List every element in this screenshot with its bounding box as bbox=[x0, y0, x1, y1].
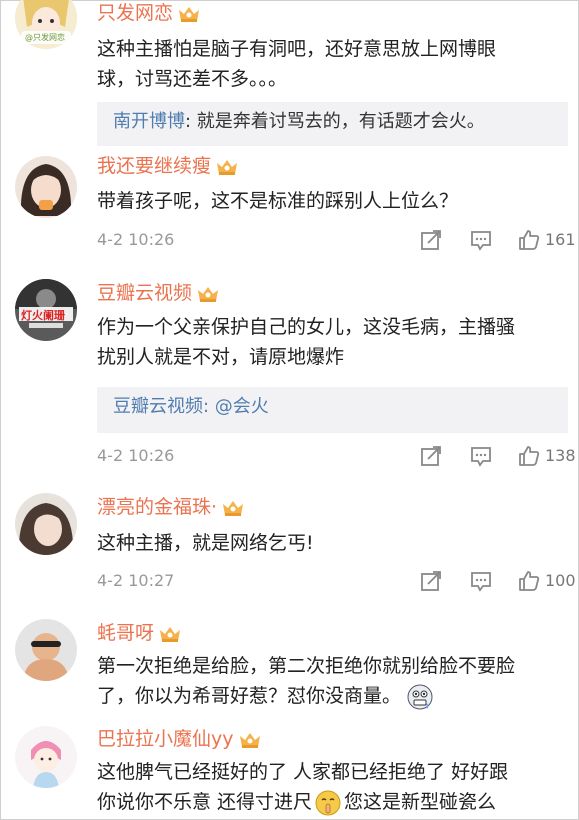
comment-item: @只发网恋 只发网恋 这种主播怕是脑子有洞吧，还好意思放上网博眼 球，讨骂还差不… bbox=[1, 0, 579, 151]
crown-badge-icon bbox=[158, 624, 182, 644]
username[interactable]: 我还要继续瘦 bbox=[97, 154, 239, 178]
comment-text: 这他脾气已经挺好的了 人家都已经拒绝了 好好跟 你说你不乐意 还得寸进尺 您这是新… bbox=[97, 757, 567, 817]
comment-line: 了，你以为希哥好惹？怼你没商量。 bbox=[97, 681, 567, 711]
avatar-woman-icon bbox=[15, 493, 77, 555]
username[interactable]: 巴拉拉小魔仙yy bbox=[97, 727, 262, 751]
like-icon bbox=[519, 446, 540, 466]
reply-username[interactable]: 豆瓣云视频 bbox=[113, 396, 203, 417]
avatar-man-icon bbox=[15, 619, 77, 681]
crown-badge-icon bbox=[215, 157, 239, 177]
crown-badge-icon bbox=[177, 4, 201, 24]
comment-meta: 4-2 10:26 138 bbox=[97, 444, 577, 468]
reply-box[interactable]: 豆瓣云视频: @会火 bbox=[97, 387, 568, 433]
timestamp: 4-2 10:27 bbox=[97, 571, 175, 590]
avatar[interactable] bbox=[15, 619, 77, 681]
username[interactable]: 只发网恋 bbox=[97, 1, 201, 25]
grimace-emoji-icon bbox=[407, 684, 433, 710]
avatar[interactable] bbox=[15, 156, 77, 218]
like-count: 138 bbox=[545, 446, 576, 465]
comment-meta: 4-2 10:26 161 bbox=[97, 228, 577, 252]
like-count: 161 bbox=[545, 230, 576, 249]
comment-line-text: 了，你以为希哥好惹？怼你没商量。 bbox=[97, 685, 402, 707]
comment-text: 这种主播怕是脑子有洞吧，还好意思放上网博眼 球，讨骂还差不多。。。 bbox=[97, 34, 567, 94]
crown-badge-icon bbox=[196, 284, 220, 304]
timestamp: 4-2 10:26 bbox=[97, 446, 175, 465]
username-text[interactable]: 蚝哥呀 bbox=[97, 622, 154, 644]
comment-line: 这种主播怕是脑子有洞吧，还好意思放上网博眼 bbox=[97, 38, 497, 60]
comment-icon[interactable] bbox=[469, 444, 493, 468]
username-text[interactable]: 豆瓣云视频 bbox=[97, 282, 192, 304]
comment-feed: @只发网恋 只发网恋 这种主播怕是脑子有洞吧，还好意思放上网博眼 球，讨骂还差不… bbox=[0, 0, 579, 820]
like-button[interactable]: 100 bbox=[517, 569, 577, 593]
avatar[interactable]: 灯火阑珊 bbox=[15, 279, 77, 341]
username-text[interactable]: 只发网恋 bbox=[97, 2, 173, 24]
username[interactable]: 漂亮的金福珠· bbox=[97, 495, 245, 519]
like-count: 100 bbox=[545, 571, 576, 590]
crown-badge-icon bbox=[221, 498, 245, 518]
avatar[interactable] bbox=[15, 726, 77, 788]
comment-line: 这他脾气已经挺好的了 人家都已经拒绝了 好好跟 bbox=[97, 761, 509, 783]
username[interactable]: 豆瓣云视频 bbox=[97, 281, 220, 305]
share-icon[interactable] bbox=[419, 228, 443, 252]
comment-text: 带着孩子呢，这不是标准的踩别人上位么？ bbox=[97, 186, 567, 216]
comment-line: 你说你不乐意 还得寸进尺 您这是新型碰瓷么 bbox=[97, 787, 567, 817]
comment-line: 第一次拒绝是给脸，第二次拒绝你就别给脸不要脸 bbox=[97, 655, 516, 677]
like-icon bbox=[519, 230, 540, 250]
like-button[interactable]: 138 bbox=[517, 444, 577, 468]
comment-line: 作为一个父亲保护自己的女儿，这没毛病，主播骚 bbox=[97, 316, 516, 338]
share-icon[interactable] bbox=[419, 444, 443, 468]
share-icon[interactable] bbox=[419, 569, 443, 593]
username[interactable]: 蚝哥呀 bbox=[97, 621, 182, 645]
username-text[interactable]: 我还要继续瘦 bbox=[97, 155, 211, 177]
avatar-girl-icon bbox=[15, 156, 77, 218]
reply-text: : 就是奔着讨骂去的，有话题才会火。 bbox=[185, 111, 485, 132]
comment-item: 蚝哥呀 第一次拒绝是给脸，第二次拒绝你就别给脸不要脸 了，你以为希哥好惹？怼你没… bbox=[1, 605, 579, 715]
avatar-label: 灯火阑珊 bbox=[21, 309, 65, 322]
comment-item: 漂亮的金福珠· 这种主播，就是网络乞丐! 4-2 10:27 100 bbox=[1, 481, 579, 601]
username-text[interactable]: 巴拉拉小魔仙yy bbox=[97, 728, 234, 750]
comment-line: 扰别人就是不对，请原地爆炸 bbox=[97, 346, 345, 368]
username-text[interactable]: 漂亮的金福珠· bbox=[97, 496, 217, 518]
avatar[interactable]: @只发网恋 bbox=[15, 0, 77, 49]
comment-line: 带着孩子呢，这不是标准的踩别人上位么？ bbox=[97, 190, 459, 212]
like-icon bbox=[519, 571, 540, 591]
comment-line-text: 你说你不乐意 还得寸进尺 bbox=[97, 791, 313, 813]
comment-text: 这种主播，就是网络乞丐! bbox=[97, 528, 567, 558]
comment-text: 第一次拒绝是给脸，第二次拒绝你就别给脸不要脸 了，你以为希哥好惹？怼你没商量。 bbox=[97, 651, 567, 711]
comment-line: 球，讨骂还差不多。。。 bbox=[97, 68, 288, 90]
comment-line-text: 您这是新型碰瓷么 bbox=[344, 791, 497, 813]
comment-item: 我还要继续瘦 带着孩子呢，这不是标准的踩别人上位么？ 4-2 10:26 161 bbox=[1, 151, 579, 261]
shush-emoji-icon bbox=[315, 790, 341, 816]
reply-text[interactable]: : @会火 bbox=[203, 396, 269, 417]
avatar[interactable] bbox=[15, 493, 77, 555]
comment-meta: 4-2 10:27 100 bbox=[97, 569, 577, 593]
comment-text: 作为一个父亲保护自己的女儿，这没毛病，主播骚 扰别人就是不对，请原地爆炸 bbox=[97, 312, 567, 372]
like-button[interactable]: 161 bbox=[517, 228, 577, 252]
comment-item: 灯火阑珊 豆瓣云视频 作为一个父亲保护自己的女儿，这没毛病，主播骚 扰别人就是不… bbox=[1, 263, 579, 478]
comment-item: 巴拉拉小魔仙yy 这他脾气已经挺好的了 人家都已经拒绝了 好好跟 你说你不乐意 … bbox=[1, 721, 579, 820]
avatar-cartoon-icon bbox=[15, 726, 77, 788]
avatar-label: @只发网恋 bbox=[25, 33, 65, 42]
comment-icon[interactable] bbox=[469, 569, 493, 593]
reply-box[interactable]: 南开博博: 就是奔着讨骂去的，有话题才会火。 bbox=[97, 102, 568, 146]
crown-badge-icon bbox=[238, 730, 262, 750]
comment-icon[interactable] bbox=[469, 228, 493, 252]
comment-line: 这种主播，就是网络乞丐! bbox=[97, 532, 314, 554]
reply-username[interactable]: 南开博博 bbox=[113, 111, 185, 132]
timestamp: 4-2 10:26 bbox=[97, 230, 175, 249]
